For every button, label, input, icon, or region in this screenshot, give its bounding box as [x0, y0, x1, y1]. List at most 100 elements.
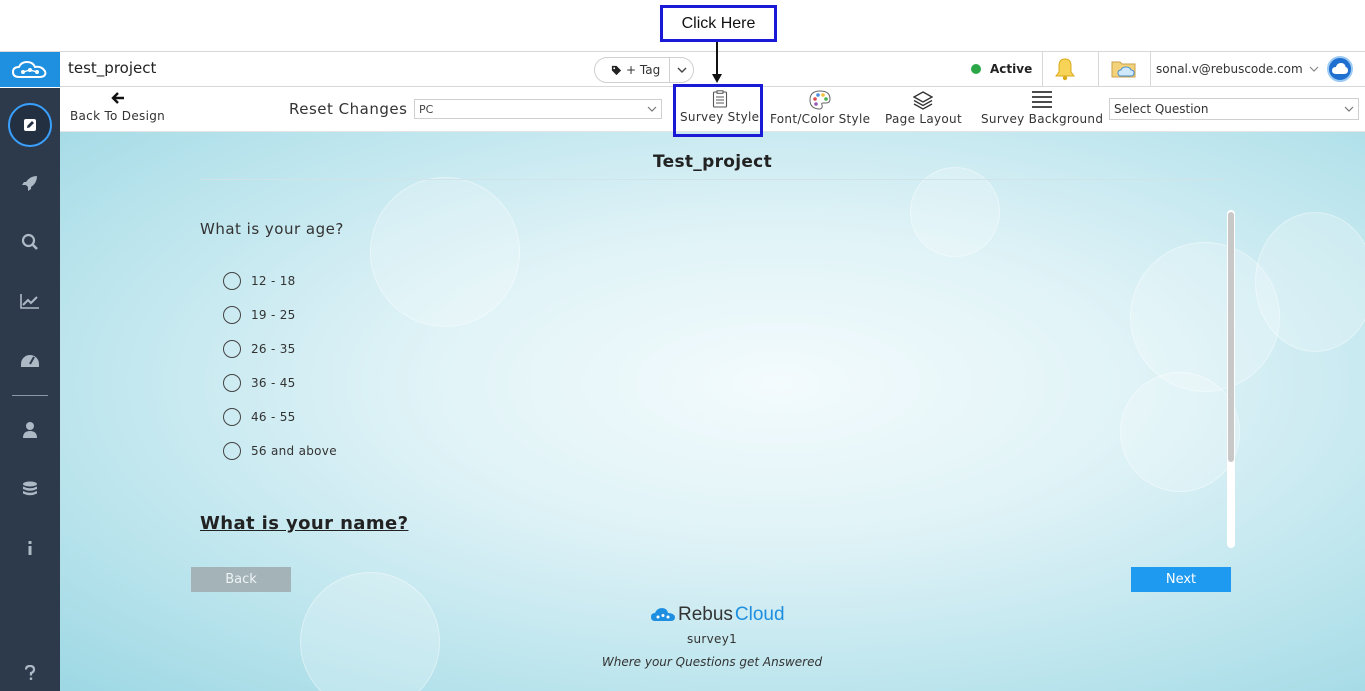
option-label: 12 - 18: [251, 274, 296, 288]
survey-preview: Test_project What is your age? 12 - 18 1…: [60, 132, 1365, 691]
age-option[interactable]: 56 and above: [223, 442, 337, 460]
status-label: Active: [990, 62, 1033, 76]
sidebar-item-launch[interactable]: [0, 168, 60, 198]
scrollbar-thumb[interactable]: [1228, 212, 1234, 462]
top-header: test_project + Tag Active sonal.v@rebusc…: [0, 51, 1365, 87]
radio-button[interactable]: [223, 442, 241, 460]
line-chart-icon: [20, 294, 39, 309]
background-bokeh: [300, 572, 440, 691]
sidebar: [0, 88, 60, 691]
device-select-value: PC: [419, 102, 434, 116]
header-divider: [1098, 52, 1099, 87]
menu-lines-icon: [1032, 91, 1053, 108]
app-logo[interactable]: [0, 52, 60, 87]
chevron-down-icon: [1344, 106, 1354, 112]
header-divider: [1150, 52, 1151, 87]
age-option[interactable]: 36 - 45: [223, 374, 296, 392]
background-bokeh: [910, 167, 1000, 257]
background-bokeh: [1120, 372, 1240, 492]
dashboard-icon: [21, 355, 39, 367]
question-age: What is your age?: [200, 220, 344, 238]
back-to-design-label: Back To Design: [70, 109, 166, 123]
back-to-design-button[interactable]: Back To Design: [70, 91, 165, 123]
title-divider: [200, 179, 1225, 180]
header-divider: [1042, 52, 1043, 87]
click-here-callout: Click Here: [660, 5, 777, 42]
option-label: 46 - 55: [251, 410, 296, 424]
cloud-folder-icon: [1111, 61, 1136, 78]
survey-name: survey1: [686, 632, 738, 646]
survey-background-button[interactable]: Survey Background: [981, 90, 1103, 126]
device-select[interactable]: PC: [414, 99, 662, 119]
sidebar-item-search[interactable]: [0, 227, 60, 257]
brand-logo: Rebus Cloud: [650, 604, 785, 626]
page-layout-button[interactable]: Page Layout: [885, 90, 962, 126]
database-icon: [23, 481, 37, 496]
option-label: 19 - 25: [251, 308, 296, 322]
survey-background-label: Survey Background: [981, 112, 1104, 126]
rebus-cloud-logo-icon: [651, 608, 675, 621]
status-indicator: Active: [971, 62, 1032, 76]
question-select-value: Select Question: [1114, 102, 1209, 116]
option-label: 36 - 45: [251, 376, 296, 390]
option-label: 56 and above: [251, 444, 337, 458]
sidebar-item-design[interactable]: [8, 103, 52, 147]
avatar[interactable]: [1327, 56, 1353, 82]
question-mark-icon: [24, 665, 36, 680]
font-color-style-label: Font/Color Style: [770, 112, 871, 126]
brand-rebus-text: Rebus: [678, 604, 733, 625]
sidebar-item-database[interactable]: [0, 475, 60, 505]
tag-button[interactable]: + Tag: [594, 57, 694, 83]
age-option[interactable]: 12 - 18: [223, 272, 296, 290]
option-label: 26 - 35: [251, 342, 296, 356]
palette-icon: [809, 90, 831, 110]
bell-icon: [1055, 58, 1075, 81]
info-icon: [28, 541, 32, 555]
background-bokeh: [370, 177, 520, 327]
radio-button[interactable]: [223, 340, 241, 358]
rocket-icon: [22, 176, 37, 191]
chevron-down-icon: [677, 67, 686, 73]
next-button[interactable]: Next: [1131, 567, 1231, 592]
sidebar-item-info[interactable]: [0, 533, 60, 563]
sidebar-item-analytics[interactable]: [0, 286, 60, 316]
radio-button[interactable]: [223, 408, 241, 426]
tag-icon: [611, 65, 622, 75]
font-color-style-button[interactable]: Font/Color Style: [770, 90, 870, 126]
callout-arrow-line: [716, 42, 718, 76]
question-select[interactable]: Select Question: [1109, 98, 1359, 120]
tagline: Where your Questions get Answered: [601, 655, 823, 669]
chevron-down-icon: [647, 106, 657, 112]
survey-title: Test_project: [652, 152, 772, 172]
age-option[interactable]: 19 - 25: [223, 306, 296, 324]
age-option[interactable]: 26 - 35: [223, 340, 296, 358]
callout-arrow-head: [712, 74, 722, 83]
radio-button[interactable]: [223, 272, 241, 290]
cloud-avatar-icon: [1332, 63, 1348, 74]
sidebar-item-dashboard[interactable]: [0, 345, 60, 375]
question-name: What is your name?: [200, 513, 409, 534]
reset-changes-button[interactable]: Reset Changes: [289, 100, 407, 118]
radio-button[interactable]: [223, 306, 241, 324]
cloud-folder-button[interactable]: [1111, 57, 1137, 85]
arrow-left-icon: [110, 92, 124, 104]
sidebar-item-help[interactable]: [0, 658, 60, 688]
status-dot-icon: [971, 64, 981, 74]
user-email: sonal.v@rebuscode.com: [1156, 62, 1303, 76]
sidebar-item-users[interactable]: [0, 415, 60, 445]
age-option[interactable]: 46 - 55: [223, 408, 296, 426]
radio-button[interactable]: [223, 374, 241, 392]
project-name: test_project: [68, 59, 157, 77]
user-icon: [23, 422, 37, 438]
page-layout-label: Page Layout: [885, 112, 962, 126]
survey-style-highlight: [673, 84, 763, 137]
layers-icon: [913, 91, 934, 110]
back-button[interactable]: Back: [191, 567, 291, 592]
user-menu[interactable]: sonal.v@rebuscode.com: [1156, 62, 1319, 76]
notifications-button[interactable]: [1054, 57, 1076, 85]
tag-label: + Tag: [626, 63, 661, 77]
cloud-logo-icon: [11, 60, 47, 78]
tag-dropdown[interactable]: [669, 58, 693, 82]
sidebar-divider: [12, 395, 48, 396]
brand-cloud-text: Cloud: [734, 604, 785, 625]
